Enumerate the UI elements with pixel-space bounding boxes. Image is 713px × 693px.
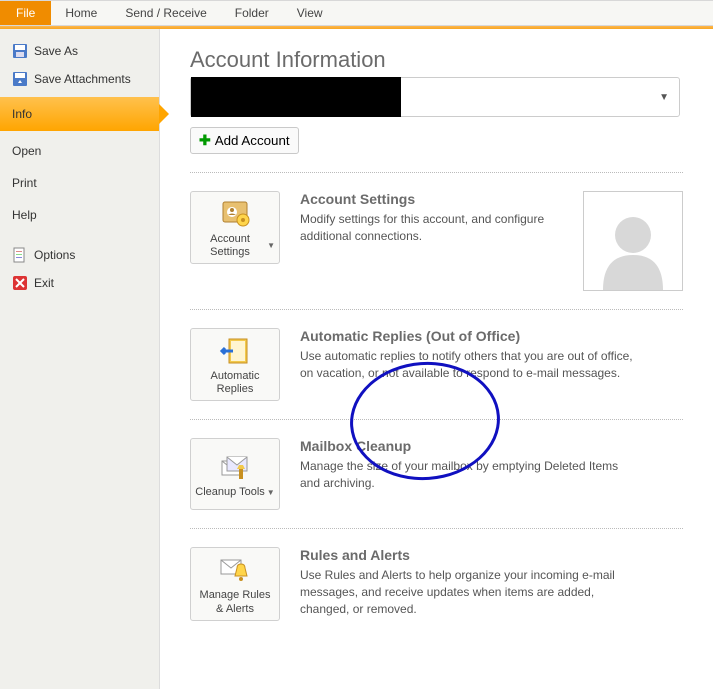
attachment-icon: [12, 71, 28, 87]
tab-folder[interactable]: Folder: [221, 1, 283, 25]
tab-send-receive[interactable]: Send / Receive: [111, 1, 220, 25]
sidebar-item-label: Info: [12, 107, 32, 121]
chevron-down-icon: ▼: [267, 241, 275, 251]
backstage-sidebar: Save As Save Attachments Info Open Print…: [0, 29, 160, 689]
account-settings-button[interactable]: Account Settings▼: [190, 191, 280, 264]
account-settings-icon: [219, 198, 251, 230]
add-account-button[interactable]: ✚ Add Account: [190, 127, 299, 154]
section-desc: Use automatic replies to notify others t…: [300, 348, 640, 382]
sidebar-help[interactable]: Help: [0, 199, 159, 231]
sidebar-save-attachments[interactable]: Save Attachments: [0, 65, 159, 93]
account-dropdown[interactable]: ▼: [190, 77, 680, 117]
section-title: Rules and Alerts: [300, 547, 683, 563]
section-account-settings: Account Settings▼ Account Settings Modif…: [190, 191, 683, 291]
plus-icon: ✚: [199, 132, 211, 149]
sidebar-item-label: Open: [12, 144, 41, 158]
avatar: [583, 191, 683, 291]
sidebar-info[interactable]: Info: [0, 97, 159, 131]
divider: [190, 419, 683, 420]
avatar-placeholder-icon: [588, 200, 678, 290]
button-label: Manage Rules & Alerts: [195, 589, 275, 615]
ribbon-tabs: File Home Send / Receive Folder View: [0, 0, 713, 26]
options-icon: [12, 247, 28, 263]
sidebar-item-label: Help: [12, 208, 37, 222]
chevron-down-icon: ▼: [659, 92, 669, 103]
section-desc: Manage the size of your mailbox by empty…: [300, 458, 640, 492]
tab-view[interactable]: View: [283, 1, 337, 25]
divider: [190, 309, 683, 310]
sidebar-print[interactable]: Print: [0, 167, 159, 199]
sidebar-item-label: Save As: [34, 44, 78, 58]
sidebar-options[interactable]: Options: [0, 241, 159, 269]
page-title: Account Information: [190, 47, 683, 73]
add-account-label: Add Account: [215, 133, 290, 148]
sidebar-open[interactable]: Open: [0, 135, 159, 167]
divider: [190, 528, 683, 529]
section-desc: Use Rules and Alerts to help organize yo…: [300, 567, 640, 617]
sidebar-item-label: Exit: [34, 276, 54, 290]
cleanup-icon: [219, 451, 251, 483]
button-label: Account Settings: [195, 233, 265, 259]
account-redacted: [191, 77, 401, 117]
section-automatic-replies: Automatic Replies Automatic Replies (Out…: [190, 328, 683, 401]
sidebar-save-as[interactable]: Save As: [0, 37, 159, 65]
backstage-content: Account Information ▼ ✚ Add Account Acco…: [160, 29, 713, 689]
automatic-replies-button[interactable]: Automatic Replies: [190, 328, 280, 401]
button-label: Automatic Replies: [195, 370, 275, 396]
cleanup-tools-button[interactable]: Cleanup Tools▼: [190, 438, 280, 510]
sidebar-exit[interactable]: Exit: [0, 269, 159, 297]
sidebar-item-label: Save Attachments: [34, 72, 131, 86]
section-desc: Modify settings for this account, and co…: [300, 211, 563, 245]
rules-alerts-icon: [219, 554, 251, 586]
section-title: Automatic Replies (Out of Office): [300, 328, 683, 344]
sidebar-item-label: Options: [34, 248, 75, 262]
auto-reply-icon: [219, 335, 251, 367]
divider: [190, 172, 683, 173]
tab-file[interactable]: File: [0, 1, 51, 25]
section-rules-alerts: Manage Rules & Alerts Rules and Alerts U…: [190, 547, 683, 620]
section-mailbox-cleanup: Cleanup Tools▼ Mailbox Cleanup Manage th…: [190, 438, 683, 510]
tab-home[interactable]: Home: [51, 1, 111, 25]
save-icon: [12, 43, 28, 59]
section-title: Mailbox Cleanup: [300, 438, 683, 454]
button-label: Cleanup Tools: [195, 486, 265, 499]
chevron-down-icon: ▼: [267, 488, 275, 498]
exit-icon: [12, 275, 28, 291]
sidebar-item-label: Print: [12, 176, 37, 190]
manage-rules-alerts-button[interactable]: Manage Rules & Alerts: [190, 547, 280, 620]
section-title: Account Settings: [300, 191, 563, 207]
